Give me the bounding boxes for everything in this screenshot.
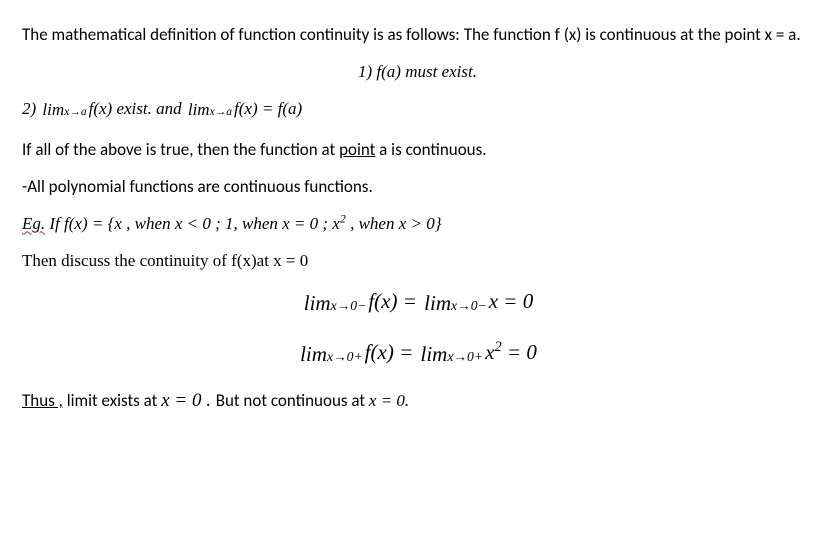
text-segment: If all of the above is true, then the fu… [22, 139, 339, 160]
lim-label: lim [188, 100, 210, 119]
example-definition: Eg. If f(x) = {x , when x < 0 ; 1, when … [22, 213, 813, 236]
eg-tail: , when x > 0} [346, 214, 442, 233]
eq-segment: f(x) = [365, 340, 419, 364]
lim-x-to-a-2: limx→a [188, 99, 232, 122]
cond2-text-2: f(x) = f(a) [234, 99, 302, 118]
lim-0-plus-1: limx→0+ [300, 340, 363, 368]
text-segment: Then discuss the continuity of f(x)at x … [22, 251, 308, 270]
text-segment: a is continuous. [375, 139, 486, 160]
lim-0-minus-2: limx→0− [424, 289, 487, 317]
lim-subscript: x→0+ [447, 349, 483, 364]
squared: 2 [494, 339, 501, 355]
eq-segment: = 0 [502, 340, 537, 364]
condition-2: 2) limx→af(x) exist. and limx→af(x) = f(… [22, 98, 813, 122]
lim-subscript: x→a [64, 105, 86, 118]
thus-label: Thus , [22, 390, 63, 411]
underlined-point: point [339, 139, 375, 160]
lim-label: lim [304, 291, 331, 315]
lim-0-minus-1: limx→0− [304, 289, 367, 317]
lim-label: lim [420, 342, 447, 366]
lim-subscript: x→0+ [327, 349, 363, 364]
limit-right: limx→0+f(x) = limx→0+x2 = 0 [22, 338, 813, 368]
eq-segment: f(x) = [368, 289, 422, 313]
eg-body: If f(x) = {x , when x < 0 ; 1, when x = … [45, 214, 340, 233]
eq-segment: x [485, 340, 494, 364]
lim-subscript: x→a [210, 105, 232, 118]
lim-0-plus-2: limx→0+ [420, 340, 483, 368]
lim-subscript: x→0− [451, 298, 487, 313]
lim-label: lim [42, 100, 64, 119]
lim-label: lim [300, 342, 327, 366]
discuss-continuity: Then discuss the continuity of f(x)at x … [22, 250, 813, 273]
text-segment: But not continuous at [216, 390, 369, 411]
conclusion: Thus , limit exists at x = 0 . But not c… [22, 388, 813, 414]
condition-1: 1) f(a) must exist. [22, 61, 813, 84]
math-x-eq-zero: x = 0. [369, 391, 409, 410]
math-x: x [161, 390, 174, 411]
limit-left: limx→0−f(x) = limx→0−x = 0 [22, 287, 813, 317]
math-eq-zero: = 0 . [174, 390, 215, 411]
continuity-statement: If all of the above is true, then the fu… [22, 139, 813, 162]
cond2-prefix: 2) [22, 99, 40, 118]
cond2-text-1: f(x) exist. and [89, 99, 186, 118]
eg-label: Eg. [22, 214, 45, 233]
text-segment: limit exists at [63, 390, 161, 411]
lim-label: lim [424, 291, 451, 315]
intro-paragraph: The mathematical definition of function … [22, 24, 813, 47]
polynomial-note: -All polynomial functions are continuous… [22, 176, 813, 199]
lim-x-to-a-1: limx→a [42, 99, 86, 122]
eq-segment: x = 0 [489, 289, 534, 313]
lim-subscript: x→0− [331, 298, 367, 313]
